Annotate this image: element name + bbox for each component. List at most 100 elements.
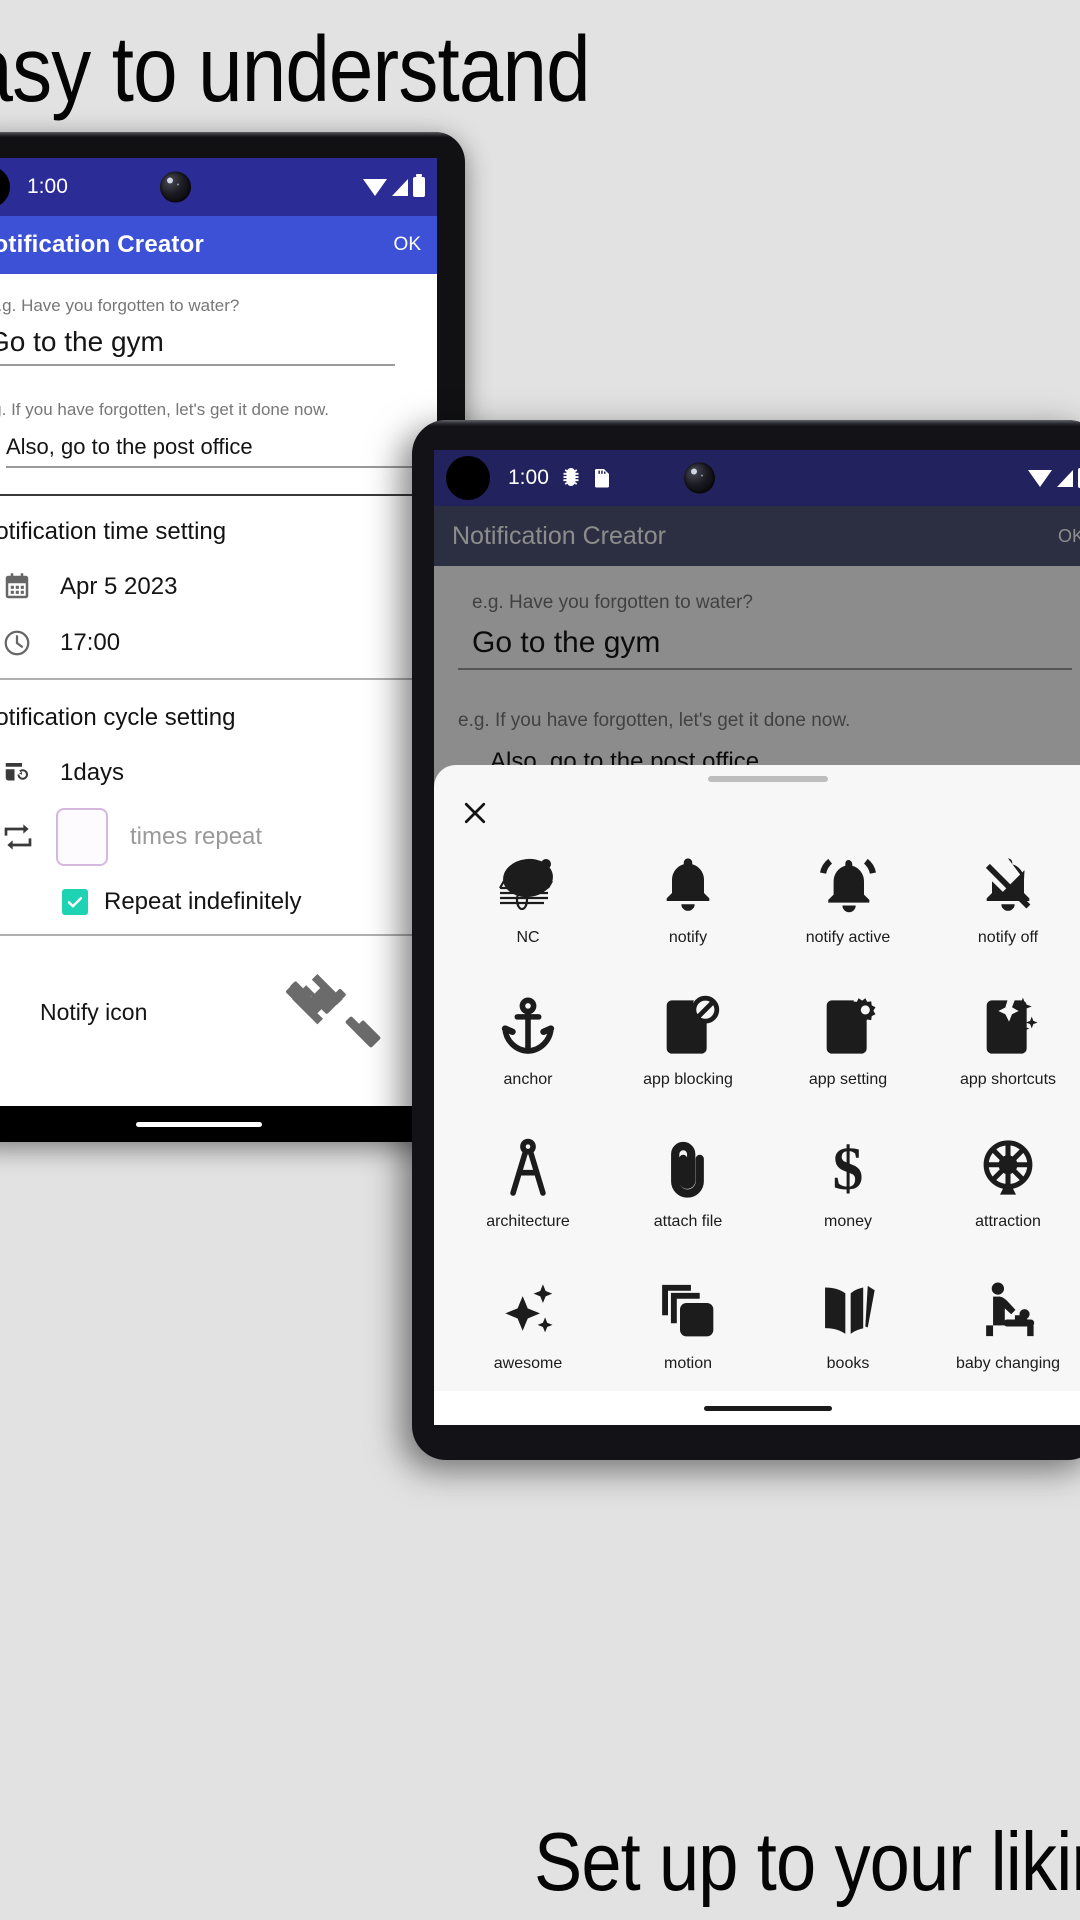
dumbbell-icon [286,974,381,1048]
status-clock: 1:00 [508,466,549,489]
bug-icon [563,468,579,486]
check-icon [67,896,83,908]
icon-label: app shortcuts [959,1071,1057,1088]
time-row[interactable]: 17:00 [2,628,419,658]
repeat-icon [4,824,32,850]
close-icon[interactable] [460,798,490,828]
attraction-icon [976,1127,1040,1211]
calendar-repeat-icon [5,763,28,781]
nc-logo-icon [492,843,564,927]
bell-icon [656,843,720,927]
icon-option-attraction[interactable]: attraction [928,1127,1080,1255]
signal-icon [1057,469,1073,487]
icon-option-architecture[interactable]: architecture [448,1127,608,1255]
app-title: Notification Creator [0,231,205,258]
icon-option-notify-off[interactable]: notify off [928,843,1080,971]
phone2-app-bar: Notification Creator OK [434,506,1080,566]
notify-icon-row[interactable]: Notify icon [0,936,437,1088]
anchor-icon [496,985,560,1069]
repeat-forever-label: Repeat indefinitely [104,888,302,915]
app-blocking-icon [656,985,720,1069]
phone2-title-field-group: e.g. Have you forgotten to water? Go to … [434,566,1080,670]
ok-button[interactable]: OK [394,234,421,256]
time-value: 17:00 [60,629,121,656]
icon-option-notify[interactable]: notify [608,843,768,971]
status-clock: 1:00 [27,175,68,198]
icon-option-motion[interactable]: motion [608,1269,768,1397]
home-indicator[interactable] [704,1405,832,1411]
drag-handle[interactable] [708,776,828,782]
promo-headline-bottom: Set up to your liking [534,1815,1080,1908]
body-field-hint: e.g. If you have forgotten, let's get it… [0,400,330,419]
icon-label: books [826,1355,870,1372]
bell-off-icon [976,843,1040,927]
icon-option-anchor[interactable]: anchor [448,985,608,1113]
phone-bezel-highlight [0,132,465,137]
ok-button[interactable]: OK [1058,526,1080,547]
phone-bezel-highlight [412,420,1080,426]
repeat-forever-row[interactable]: Repeat indefinitely [62,888,419,916]
icon-option-baby-changing[interactable]: baby changing [928,1269,1080,1397]
icon-option-money[interactable]: $ money [768,1127,928,1255]
icon-option-app-setting[interactable]: app setting [768,985,928,1113]
body-input[interactable]: Also, go to the post office [0,420,419,466]
phone2-screen: 1:00 Notification Creator OK e.g. Have y… [434,450,1080,1425]
icon-label: anchor [503,1071,553,1088]
notify-icon-label: Notify icon [40,998,148,1025]
icon-option-attach-file[interactable]: attach file [608,1127,768,1255]
interval-value: 1days [60,759,125,786]
cycle-setting-section: Notification cycle setting 1days times r… [0,680,437,934]
icon-label: notify active [805,929,891,946]
time-setting-section: Notification time setting Apr 5 2023 17:… [0,496,437,678]
attach-file-icon [656,1127,720,1211]
phone1-app-bar: Notification Creator OK [0,216,437,274]
app-title: Notification Creator [452,521,666,550]
icon-option-app-shortcuts[interactable]: app shortcuts [928,985,1080,1113]
body-input-underline [6,466,417,468]
camera-punch-hole [0,166,10,208]
baby-changing-icon [976,1269,1040,1353]
date-value: Apr 5 2023 [60,573,178,600]
icon-label: awesome [493,1355,563,1372]
icon-label: motion [663,1355,713,1372]
icon-option-app-blocking[interactable]: app blocking [608,985,768,1113]
icon-label: notify [668,929,708,946]
home-indicator[interactable] [135,1121,262,1127]
camera-punch-hole [446,456,490,500]
icon-label: architecture [486,1213,570,1230]
promo-headline-top: Easy to understand [0,17,591,121]
camera-lens-overlay [684,462,715,494]
icon-option-nc[interactable]: NC [448,843,608,971]
app-setting-icon [816,985,880,1069]
books-icon [816,1269,880,1353]
clock-icon [4,630,30,656]
architecture-icon [496,1127,560,1211]
icon-label: NC [516,929,540,946]
icon-label: app blocking [643,1071,733,1088]
icon-option-notify-active[interactable]: notify active [768,843,928,971]
icon-label: app setting [808,1071,888,1088]
icon-option-awesome[interactable]: awesome [448,1269,608,1397]
icon-option-books[interactable]: books [768,1269,928,1397]
phone1-status-bar: 1:00 [0,158,437,216]
title-input[interactable]: Go to the gym [458,614,1078,668]
phone1-screen: 1:00 Notification Creator OK e.g. Have y… [0,158,437,1108]
cycle-section-title: Notification cycle setting [0,704,236,731]
bell-active-icon [816,843,880,927]
interval-row[interactable]: 1days [2,758,419,788]
signal-icon [392,178,408,196]
sdcard-icon [594,469,609,488]
title-field-group: e.g. Have you forgotten to water? Go to … [0,274,437,366]
date-row[interactable]: Apr 5 2023 [2,572,419,602]
icon-grid: NC notify notify active notify off ancho… [434,833,1080,1397]
phone2-status-bar: 1:00 [434,450,1080,506]
title-field-hint: e.g. Have you forgotten to water? [472,592,753,613]
icon-label: money [823,1213,873,1230]
title-field-hint: e.g. Have you forgotten to water? [0,296,240,315]
wifi-icon [1028,469,1052,487]
awesome-icon [496,1269,560,1353]
repeat-count-input[interactable] [56,808,108,866]
camera-lens-overlay [160,171,191,203]
repeat-forever-checkbox[interactable] [62,889,88,915]
title-input[interactable]: Go to the gym [0,316,419,364]
